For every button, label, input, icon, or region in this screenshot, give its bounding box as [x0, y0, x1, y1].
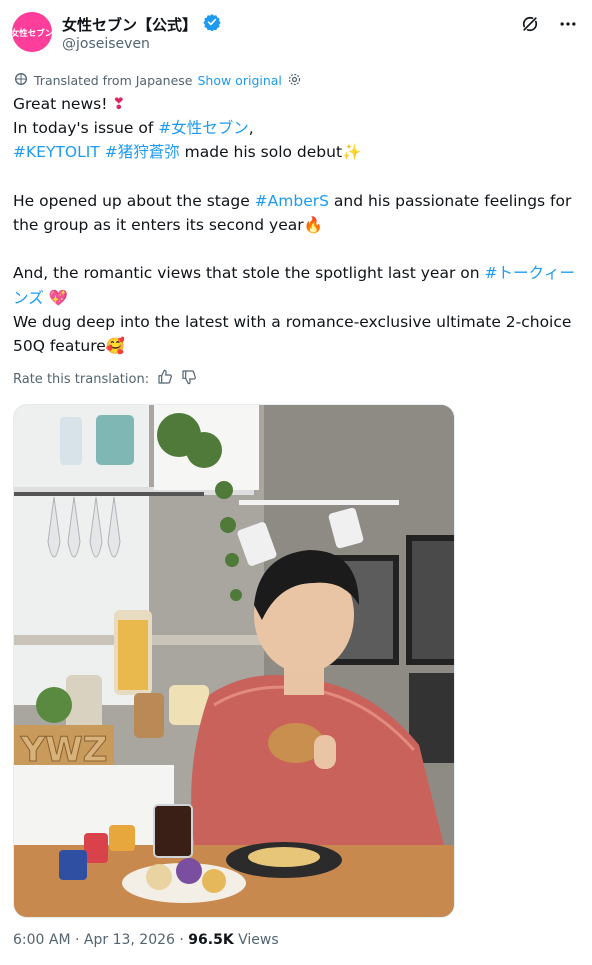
rate-translation: Rate this translation: [13, 369, 197, 389]
tweet-date[interactable]: Apr 13, 2026 [84, 932, 175, 948]
views-count: 96.5K [188, 932, 234, 948]
tweet-text-segment: and his passionate feelings for [328, 191, 572, 210]
tweet-line: In today's issue of #女性セブン, [13, 116, 585, 140]
verified-badge-icon [203, 13, 221, 35]
settings-icon[interactable] [287, 72, 302, 90]
tweet-text-segment: He opened up about the stage [13, 191, 255, 210]
tweet-line: the group as it enters its second year🔥 [13, 213, 585, 237]
tweet-text-segment: And, the romantic views that stole the s… [13, 264, 485, 283]
account-handle[interactable]: @joseiseven [62, 36, 150, 52]
tweet-text-segment: , [248, 119, 254, 138]
tweet-line: ンズ 💖 [13, 286, 585, 310]
meta-separator: · [179, 932, 189, 948]
avatar[interactable]: 女性セブン [12, 12, 52, 52]
tweet-text-segment: the group as it enters its second year [13, 216, 304, 234]
hashtag-link[interactable]: #AmberS [255, 192, 329, 210]
hashtag-link[interactable]: ンズ [13, 289, 44, 307]
hashtag-link[interactable]: #猪狩蒼弥 [105, 143, 180, 161]
tweet-header: 女性セブン 女性セブン【公式】 @joseiseven [0, 0, 592, 70]
fire-emoji: 🔥 [303, 216, 323, 234]
views-label: Views [238, 932, 279, 948]
grok-icon[interactable] [518, 12, 542, 36]
tweet-text: Great news! ❣ In today's issue of #女性セブン… [13, 92, 585, 358]
tweet-text-segment: made his solo debut [179, 143, 343, 162]
tweet-line: We dug deep into the latest with a roman… [13, 310, 585, 334]
hashtag-link[interactable]: #KEYTOLIT [13, 143, 100, 161]
tweet-line: #KEYTOLIT #猪狩蒼弥 made his solo debut✨ [13, 140, 585, 164]
rate-label: Rate this translation: [13, 371, 150, 387]
tweet-photo[interactable]: YWZ [13, 404, 455, 918]
heart-exclamation-emoji: ❣ [112, 95, 126, 113]
translation-notice: Translated from Japanese Show original [13, 71, 302, 90]
thumbs-down-icon[interactable] [181, 369, 197, 389]
photo-sign-text: YWZ [20, 730, 108, 770]
tweet-line: He opened up about the stage #AmberS and… [13, 189, 585, 213]
tweet-text-segment: In today's issue of [13, 119, 159, 138]
tweet-meta: 6:00 AM · Apr 13, 2026 · 96.5K Views [13, 932, 279, 948]
tweet-line: 50Q feature🥰 [13, 334, 585, 358]
tweet-text-segment: 50Q feature [13, 337, 106, 355]
tweet-line: Great news! ❣ [13, 92, 585, 116]
translated-label: Translated from Japanese [34, 73, 193, 88]
smiling-hearts-emoji: 🥰 [105, 337, 126, 355]
hashtag-link[interactable]: #トークィー [485, 264, 576, 282]
sparkles-emoji: ✨ [342, 143, 362, 162]
more-icon[interactable] [556, 12, 580, 36]
tweet-text-segment: Great news! [13, 95, 113, 113]
tweet-line: And, the romantic views that stole the s… [13, 261, 585, 285]
meta-separator: · [75, 932, 84, 948]
tweet-text-segment: We dug deep into the latest with a roman… [13, 312, 572, 331]
heart-emoji: 💖 [48, 288, 68, 307]
display-name[interactable]: 女性セブン【公式】 [62, 14, 197, 35]
avatar-text: 女性セブン [12, 28, 52, 39]
tweet-time[interactable]: 6:00 AM [13, 932, 71, 948]
thumbs-up-icon[interactable] [157, 369, 173, 389]
hashtag-link[interactable]: #女性セブン [158, 119, 249, 137]
translate-icon [13, 71, 29, 90]
show-original-link[interactable]: Show original [197, 73, 281, 88]
